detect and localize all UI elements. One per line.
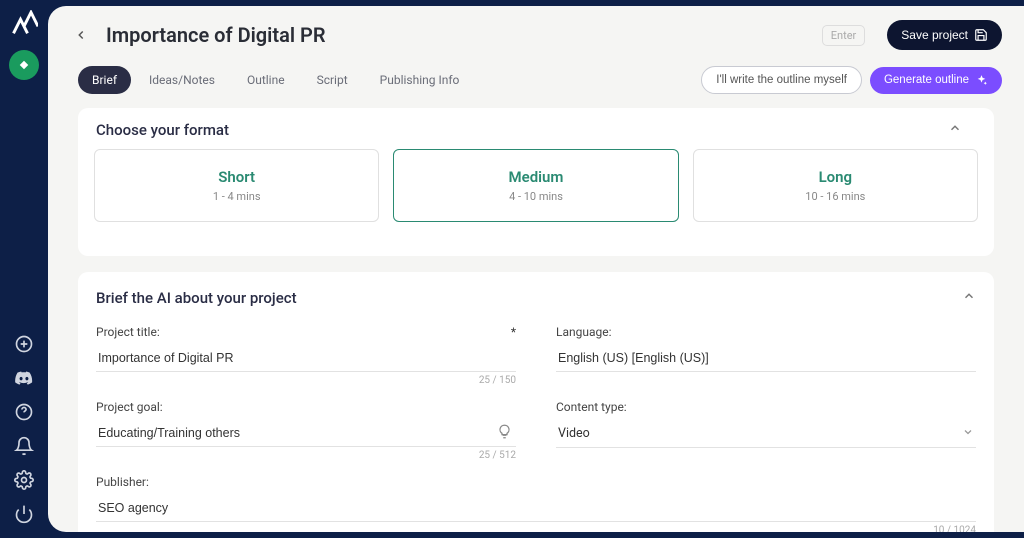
save-project-button[interactable]: Save project [887, 20, 1002, 50]
app-logo[interactable] [10, 10, 38, 38]
format-medium[interactable]: Medium 4 - 10 mins [393, 149, 678, 222]
enter-hint: Enter [822, 25, 866, 46]
header: Importance of Digital PR Enter Save proj… [48, 6, 1024, 60]
format-time: 1 - 4 mins [95, 190, 378, 203]
field-publisher: Publisher: 10 / 1024 [96, 475, 976, 532]
format-section: Choose your format Short 1 - 4 mins Medi… [78, 108, 994, 256]
main-panel: Importance of Digital PR Enter Save proj… [48, 6, 1024, 532]
power-icon[interactable] [14, 504, 34, 524]
discord-icon[interactable] [14, 368, 34, 388]
format-short[interactable]: Short 1 - 4 mins [94, 149, 379, 222]
format-section-title: Choose your format [96, 121, 229, 139]
help-icon[interactable] [14, 402, 34, 422]
select-value: Video [558, 426, 590, 441]
format-time: 10 - 16 mins [694, 190, 977, 203]
content-type-select[interactable]: Video [556, 420, 976, 448]
tabs-row: Brief Ideas/Notes Outline Script Publish… [48, 60, 1024, 108]
char-count: 25 / 150 [96, 375, 516, 386]
field-project-title: Project title: * 25 / 150 [96, 325, 516, 386]
char-count: 25 / 512 [96, 450, 516, 461]
language-input[interactable] [556, 345, 976, 372]
page-title: Importance of Digital PR [106, 23, 808, 47]
tabs: Brief Ideas/Notes Outline Script Publish… [78, 66, 693, 94]
back-button[interactable] [70, 24, 92, 46]
label-text: Content type: [556, 400, 627, 414]
label-text: Publisher: [96, 475, 149, 489]
label-text: Language: [556, 325, 612, 339]
org-badge[interactable] [9, 50, 39, 80]
tab-script[interactable]: Script [303, 66, 362, 94]
chevron-down-icon [962, 426, 974, 441]
lightbulb-icon[interactable] [497, 424, 512, 443]
format-name: Short [95, 168, 378, 186]
label-text: Project goal: [96, 400, 163, 414]
format-long[interactable]: Long 10 - 16 mins [693, 149, 978, 222]
tab-outline[interactable]: Outline [233, 66, 299, 94]
format-name: Long [694, 168, 977, 186]
notifications-icon[interactable] [14, 436, 34, 456]
publisher-input[interactable] [96, 495, 976, 522]
label-text: Project title: [96, 325, 160, 339]
generate-label: Generate outline [884, 74, 969, 86]
brief-section: Brief the AI about your project Project … [78, 272, 994, 532]
settings-icon[interactable] [14, 470, 34, 490]
tab-ideas[interactable]: Ideas/Notes [135, 66, 229, 94]
field-project-goal: Project goal: 25 / 512 [96, 400, 516, 461]
content-area: Choose your format Short 1 - 4 mins Medi… [48, 108, 1024, 532]
write-outline-button[interactable]: I'll write the outline myself [701, 66, 862, 94]
brief-section-title: Brief the AI about your project [96, 289, 297, 307]
required-mark: * [511, 325, 516, 339]
char-count: 10 / 1024 [96, 525, 976, 532]
tab-brief[interactable]: Brief [78, 66, 131, 94]
generate-outline-button[interactable]: Generate outline [870, 67, 1002, 94]
tab-publishing[interactable]: Publishing Info [366, 66, 474, 94]
collapse-brief-icon[interactable] [962, 288, 976, 307]
save-label: Save project [901, 28, 968, 42]
sidebar [0, 0, 48, 538]
project-goal-input[interactable] [96, 420, 516, 447]
field-content-type: Content type: Video [556, 400, 976, 461]
project-title-input[interactable] [96, 345, 516, 372]
format-name: Medium [394, 168, 677, 186]
format-time: 4 - 10 mins [394, 190, 677, 203]
field-language: Language: [556, 325, 976, 386]
add-icon[interactable] [14, 334, 34, 354]
collapse-format-icon[interactable] [948, 120, 962, 139]
